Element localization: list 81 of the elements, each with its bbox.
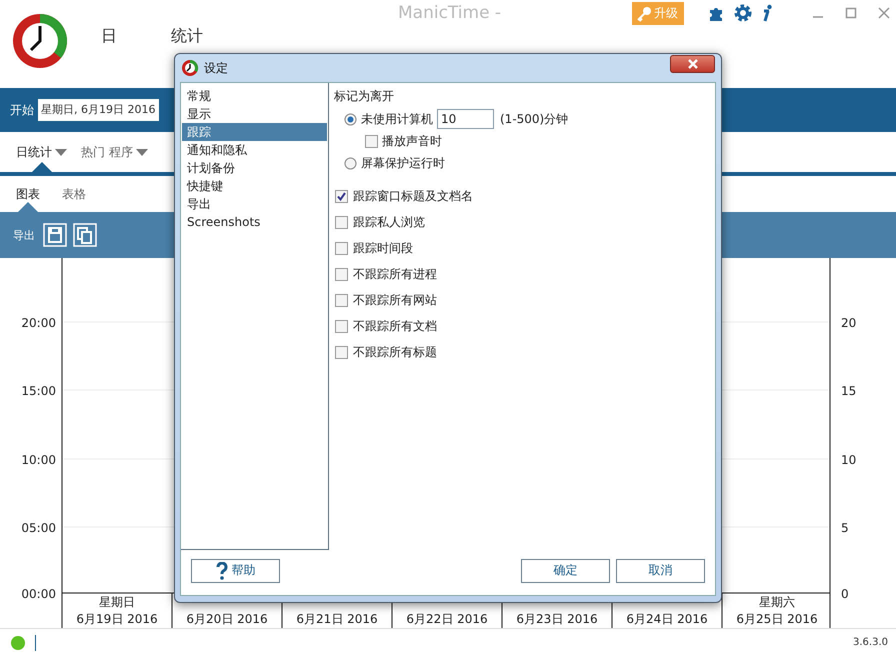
section-title: 标记为离开 [334, 88, 395, 105]
version-label: 3.6.3.0 [853, 637, 888, 648]
weekday-label: 星期日 [99, 595, 135, 609]
date-field[interactable]: 星期日, 6月19日 2016 [38, 99, 160, 121]
window-title: ManicTime - [398, 3, 502, 23]
date-label: 6月19日 2016 [76, 612, 158, 626]
radio-label: 屏幕保护运行时 [361, 154, 445, 172]
start-label: 开始 [10, 102, 34, 118]
nav-item[interactable]: 统计 [171, 26, 203, 47]
checkbox-label: 不跟踪所有进程 [353, 266, 437, 282]
category-item[interactable]: Screenshots [182, 213, 327, 231]
copy-icon[interactable] [73, 223, 97, 247]
help-button[interactable]: 帮助 [191, 558, 280, 582]
category-item[interactable]: 通知和隐私 [182, 141, 327, 159]
caret-icon [136, 148, 148, 156]
weekday-label: 星期六 [759, 595, 795, 609]
checkbox[interactable] [335, 268, 348, 280]
axis-label: 5 [841, 521, 849, 535]
category-item[interactable]: 跟踪 [182, 123, 327, 141]
date-label: 6月21日 2016 [296, 612, 378, 626]
category-item[interactable]: 显示 [182, 105, 327, 123]
checkbox[interactable] [335, 346, 348, 358]
axis-label: 0 [841, 587, 849, 601]
view-tab[interactable]: 日统计 [16, 132, 67, 172]
settings-icon[interactable] [734, 4, 752, 22]
category-item[interactable]: 导出 [182, 195, 327, 213]
maximize-icon[interactable] [845, 7, 857, 19]
checkbox[interactable] [335, 294, 348, 306]
save-icon[interactable] [43, 223, 67, 247]
radio-button[interactable] [344, 156, 357, 170]
date-label: 6月23日 2016 [516, 612, 598, 626]
close-icon[interactable] [878, 7, 890, 19]
logo-icon[interactable] [11, 12, 69, 70]
checkbox[interactable] [335, 320, 348, 332]
sub-tab[interactable]: 图表 [16, 176, 40, 212]
category-item[interactable]: 计划备份 [182, 159, 327, 177]
checkbox[interactable] [335, 216, 348, 228]
axis-label: 20:00 [21, 316, 56, 330]
axis-label: 10:00 [21, 453, 56, 467]
checkbox-label: 跟踪窗口标题及文档名 [353, 188, 473, 204]
radio-button[interactable] [344, 112, 357, 126]
sub-tab[interactable]: 表格 [62, 176, 86, 212]
checkbox-label: 不跟踪所有网站 [353, 292, 437, 308]
checkbox-label: 跟踪时间段 [353, 240, 413, 256]
unit-label: (1-500)分钟 [500, 110, 568, 128]
category-item[interactable]: 快捷键 [182, 177, 327, 195]
checkbox[interactable] [335, 190, 348, 202]
minutes-field[interactable]: 10 [437, 109, 494, 129]
axis-label: 15 [841, 384, 856, 398]
radio-label: 未使用计算机 [361, 110, 433, 128]
cancel-button[interactable]: 取消 [616, 558, 705, 582]
key-icon [636, 6, 652, 22]
close-button[interactable] [670, 55, 715, 73]
checkbox[interactable] [335, 242, 348, 254]
nav-item[interactable]: 日 [101, 26, 117, 47]
logo-icon [181, 59, 199, 77]
checkbox-label: 跟踪私人浏览 [353, 214, 425, 230]
dialog-title: 设定 [204, 60, 228, 76]
close-icon [688, 59, 698, 69]
info-icon[interactable] [761, 4, 773, 22]
axis-label: 20 [841, 316, 856, 330]
export-label: 导出 [13, 228, 35, 242]
checkbox-label: 不跟踪所有标题 [353, 344, 437, 360]
date-label: 6月24日 2016 [626, 612, 708, 626]
category-item[interactable]: 常规 [182, 87, 327, 105]
axis-label: 15:00 [21, 384, 56, 398]
checkbox[interactable] [365, 134, 378, 148]
ok-button[interactable]: 确定 [521, 558, 610, 582]
axis-label: 05:00 [21, 521, 56, 535]
axis-label: 00:00 [21, 587, 56, 601]
date-label: 6月25日 2016 [736, 612, 818, 626]
date-label: 6月20日 2016 [186, 612, 268, 626]
axis-label: 10 [841, 453, 856, 467]
question-icon [216, 562, 228, 580]
date-label: 6月22日 2016 [406, 612, 488, 626]
caret-icon [55, 148, 67, 156]
tab-pointer-icon [32, 162, 52, 172]
checkbox-label: 播放声音时 [382, 132, 442, 150]
checkbox-label: 不跟踪所有文档 [353, 318, 437, 334]
status-dot-icon [11, 636, 25, 650]
view-tab[interactable]: 热门 程序 [81, 132, 148, 172]
